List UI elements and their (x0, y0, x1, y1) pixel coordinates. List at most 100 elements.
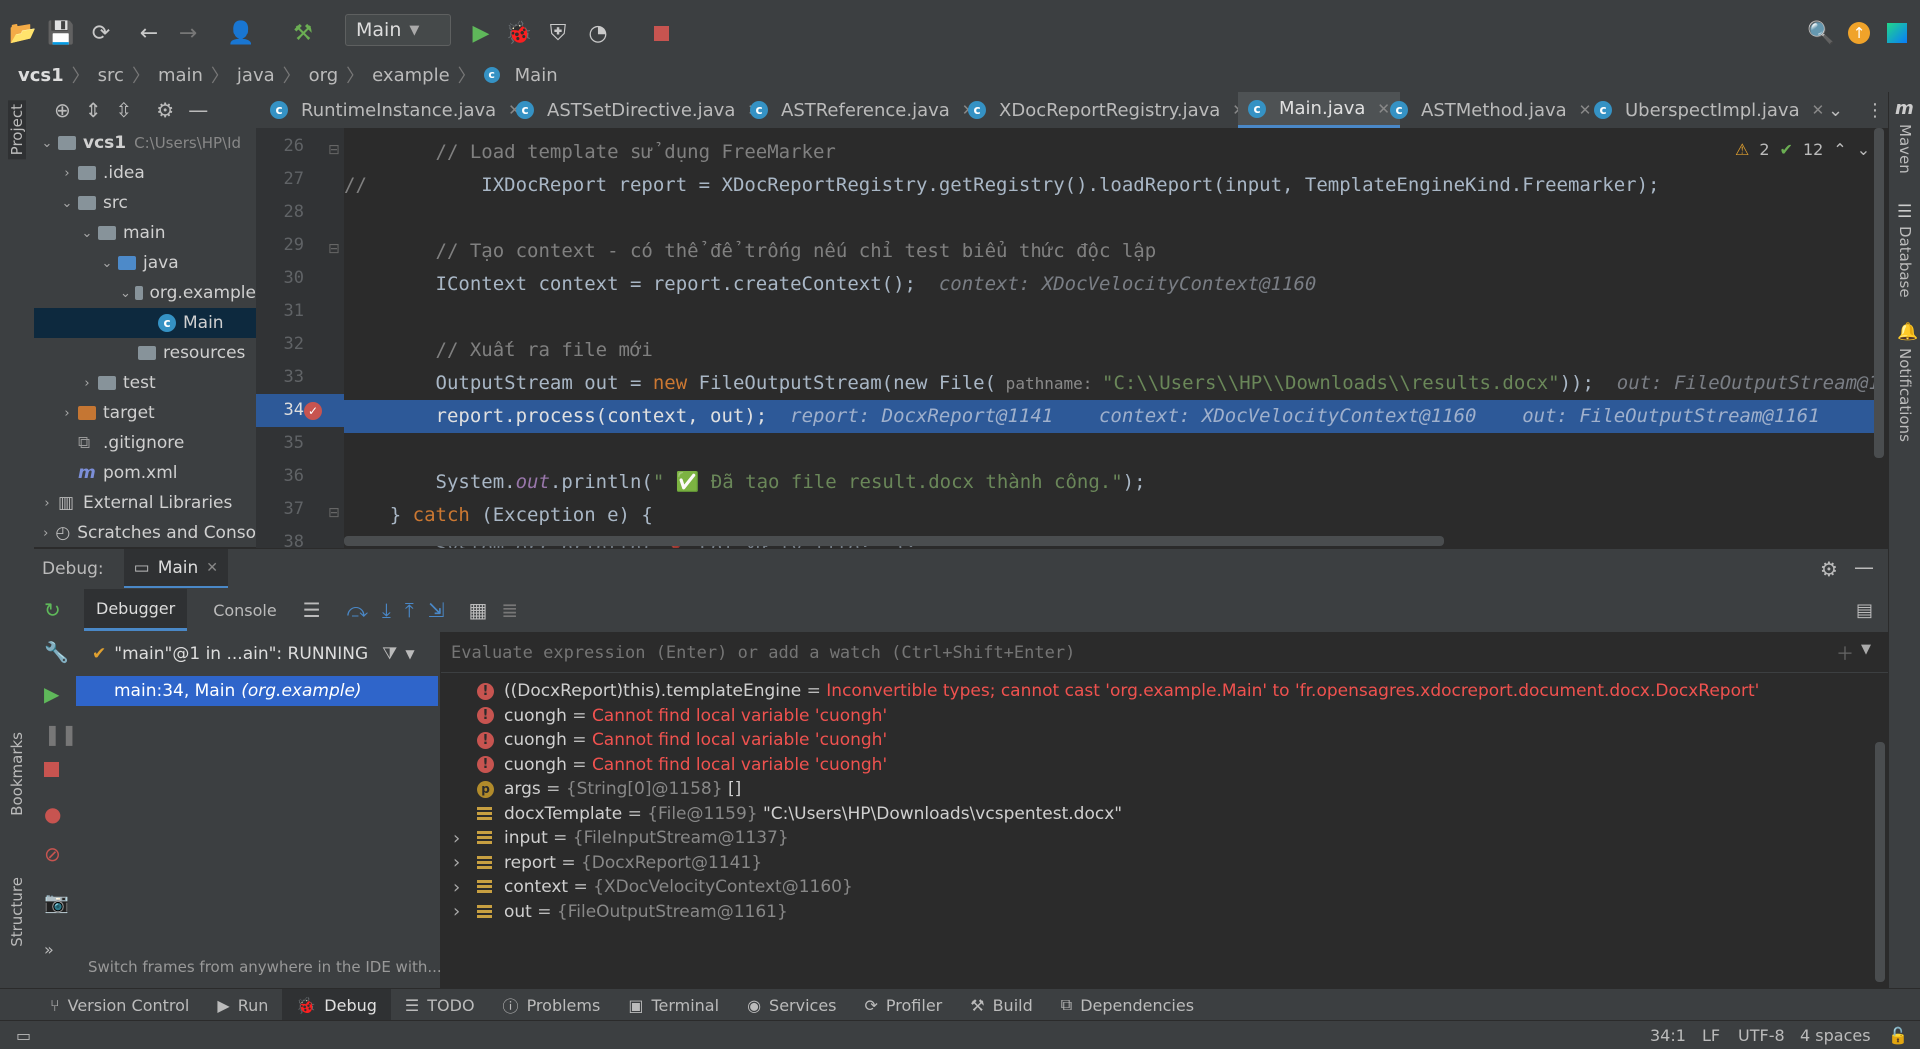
chevron-up-icon[interactable]: ⌃ (1833, 140, 1846, 159)
breadcrumb-item[interactable]: java (237, 65, 275, 86)
tree-item[interactable]: › ◴ Scratches and Conso (34, 518, 256, 548)
locate-icon[interactable]: ⊕ (54, 98, 71, 122)
chevron-right-icon[interactable]: › (453, 828, 460, 849)
tab-console[interactable]: Console (201, 591, 289, 630)
tree-item[interactable]: › ▥ External Libraries (34, 488, 256, 518)
inspection-widget[interactable]: ⚠ 2 ✔ 12 ⌃ ⌄ (1729, 138, 1877, 161)
chevron-right-icon[interactable]: › (453, 877, 460, 898)
chevron-right-icon[interactable]: › (80, 376, 94, 391)
tree-item[interactable]: › .idea (34, 158, 256, 188)
tab-xdocreportregistry[interactable]: cXDocReportRegistry.java✕ (968, 92, 1245, 128)
fold-icon[interactable]: ⊟ (328, 142, 340, 158)
debug-icon[interactable]: 🐞 (505, 20, 532, 46)
rerun-icon[interactable]: ↻ (44, 598, 61, 622)
breadcrumb-item[interactable]: org (309, 65, 339, 86)
open-folder-icon[interactable]: 📂 (9, 20, 36, 46)
breadcrumb-item[interactable]: example (372, 65, 449, 86)
variable-row[interactable]: › out = {FileOutputStream@1161} (441, 897, 1881, 927)
fold-icon[interactable]: ⊟ (328, 505, 340, 521)
chevron-right-icon[interactable]: › (40, 496, 54, 511)
mute-breakpoints-icon[interactable]: ⊘ (44, 842, 61, 866)
run-to-cursor-icon[interactable]: ⇲ (428, 598, 445, 622)
update-icon[interactable]: ↑ (1846, 20, 1872, 46)
chevron-right-icon[interactable]: › (40, 526, 51, 541)
run-icon[interactable]: ▶ (468, 20, 494, 46)
tool-tab-dependencies[interactable]: ⧉ Dependencies (1047, 989, 1208, 1021)
evaluate-icon[interactable]: ▦ (469, 598, 488, 622)
chevron-right-icon[interactable]: › (60, 406, 74, 421)
camera-icon[interactable]: 📷 (44, 890, 69, 914)
tool-tab-problems[interactable]: ⓘ Problems (489, 989, 615, 1021)
tab-runtimeinstance[interactable]: c RuntimeInstance.java ✕ (270, 92, 521, 128)
sync-icon[interactable]: ⟳ (88, 20, 114, 46)
more-vertical-icon[interactable]: ⋮ (1866, 92, 1884, 128)
database-tool-tab[interactable]: Database (1896, 226, 1914, 298)
chevron-down-icon[interactable]: ▼ (405, 647, 414, 661)
filter-icon[interactable]: ⧩ (382, 644, 397, 664)
caret-position[interactable]: 34:1 (1650, 1026, 1686, 1045)
tabs-dropdown-icon[interactable]: ⌄ (1828, 92, 1843, 128)
fold-icon[interactable]: ⊟ (328, 241, 340, 257)
tree-item[interactable]: › test (34, 368, 256, 398)
search-icon[interactable]: 🔍 (1807, 20, 1834, 46)
collapse-all-icon[interactable]: ⇳ (116, 98, 133, 122)
tool-tab-terminal[interactable]: ▣ Terminal (614, 989, 733, 1021)
breadcrumb-item[interactable]: src (98, 65, 124, 86)
chevron-down-icon[interactable]: ⌄ (40, 136, 54, 151)
tree-item[interactable]: m pom.xml (34, 458, 256, 488)
add-watch-icon[interactable]: ＋ (1836, 640, 1854, 666)
tree-item[interactable]: ⌄ vcs1 C:\Users\HP\Id (34, 128, 256, 158)
project-tool-tab[interactable]: Project (8, 100, 26, 160)
breadcrumb-item[interactable]: main (158, 65, 203, 86)
forward-icon[interactable]: → (175, 20, 201, 46)
tab-astmethod[interactable]: c ASTMethod.java ✕ (1390, 92, 1591, 128)
code-editor[interactable]: // Load template sử dụng FreeMarker // I… (344, 128, 1888, 548)
tool-tab-profiler[interactable]: ⟳ Profiler (851, 989, 957, 1021)
chevron-right-icon[interactable]: › (60, 166, 74, 181)
tool-tab-todo[interactable]: ☰ TODO (391, 989, 489, 1021)
close-icon[interactable]: ✕ (1377, 100, 1390, 118)
evaluate-input[interactable] (449, 638, 1813, 668)
profile-icon[interactable]: ◔ (585, 20, 611, 46)
tab-debugger[interactable]: Debugger (84, 589, 188, 631)
vertical-scrollbar[interactable] (1874, 128, 1884, 458)
user-icon[interactable]: 👤 (227, 20, 254, 46)
chevron-down-icon[interactable]: ⌄ (60, 196, 74, 211)
tree-item[interactable]: ⌄ src (34, 188, 256, 218)
jetbrains-icon[interactable] (1884, 20, 1910, 46)
step-over-icon[interactable]: ⤼ (347, 598, 368, 622)
chevron-right-icon[interactable]: › (453, 852, 460, 873)
horizontal-scrollbar[interactable] (344, 536, 1444, 546)
tool-tab-version-control[interactable]: ⑂ Version Control (36, 989, 203, 1021)
chevron-right-icon[interactable]: › (453, 901, 460, 922)
wrench-icon[interactable]: 🔧 (44, 640, 69, 664)
chevron-down-icon[interactable]: ⌄ (80, 226, 94, 241)
gear-icon[interactable]: ⚙ (156, 98, 174, 122)
resume-icon[interactable]: ▶ (44, 682, 59, 706)
file-encoding[interactable]: UTF-8 (1738, 1026, 1785, 1045)
tree-item[interactable]: ⌄ main (34, 218, 256, 248)
view-breakpoints-icon[interactable]: ● (44, 802, 61, 826)
tab-astreference[interactable]: cASTReference.java✕ (750, 92, 974, 128)
tab-uberspectimpl[interactable]: c UberspectImpl.java ✕ (1594, 92, 1824, 128)
tree-item[interactable]: c Main (34, 308, 256, 338)
trace-icon[interactable]: ≣ (501, 598, 518, 622)
minimize-icon[interactable]: — (188, 98, 208, 122)
tool-tab-build[interactable]: ⚒ Build (956, 989, 1047, 1021)
restore-layout-icon[interactable]: ▤ (1856, 600, 1873, 621)
step-out-icon[interactable]: ⤒ (405, 598, 414, 622)
structure-tool-tab[interactable]: Structure (8, 877, 26, 947)
stop-icon[interactable] (648, 20, 674, 46)
breadcrumb-item[interactable]: Main (515, 65, 558, 86)
breakpoint-icon[interactable]: ✓ (304, 402, 322, 420)
expand-all-icon[interactable]: ⇕ (85, 98, 102, 122)
coverage-icon[interactable]: ⛨ (545, 20, 571, 46)
breadcrumb-item[interactable]: vcs1 (18, 65, 64, 86)
back-icon[interactable]: ← (136, 20, 162, 46)
minimize-icon[interactable]: — (1854, 555, 1874, 579)
tool-tab-debug[interactable]: 🐞 Debug (282, 989, 391, 1021)
indent-setting[interactable]: 4 spaces (1800, 1026, 1871, 1045)
chevron-down-icon[interactable]: ⌄ (100, 256, 114, 271)
debug-session-tab[interactable]: ▭ Main ✕ (123, 549, 229, 589)
thread-selector[interactable]: ✔ "main"@1 in ...ain": RUNNING ⧩ ▼ (74, 632, 440, 676)
